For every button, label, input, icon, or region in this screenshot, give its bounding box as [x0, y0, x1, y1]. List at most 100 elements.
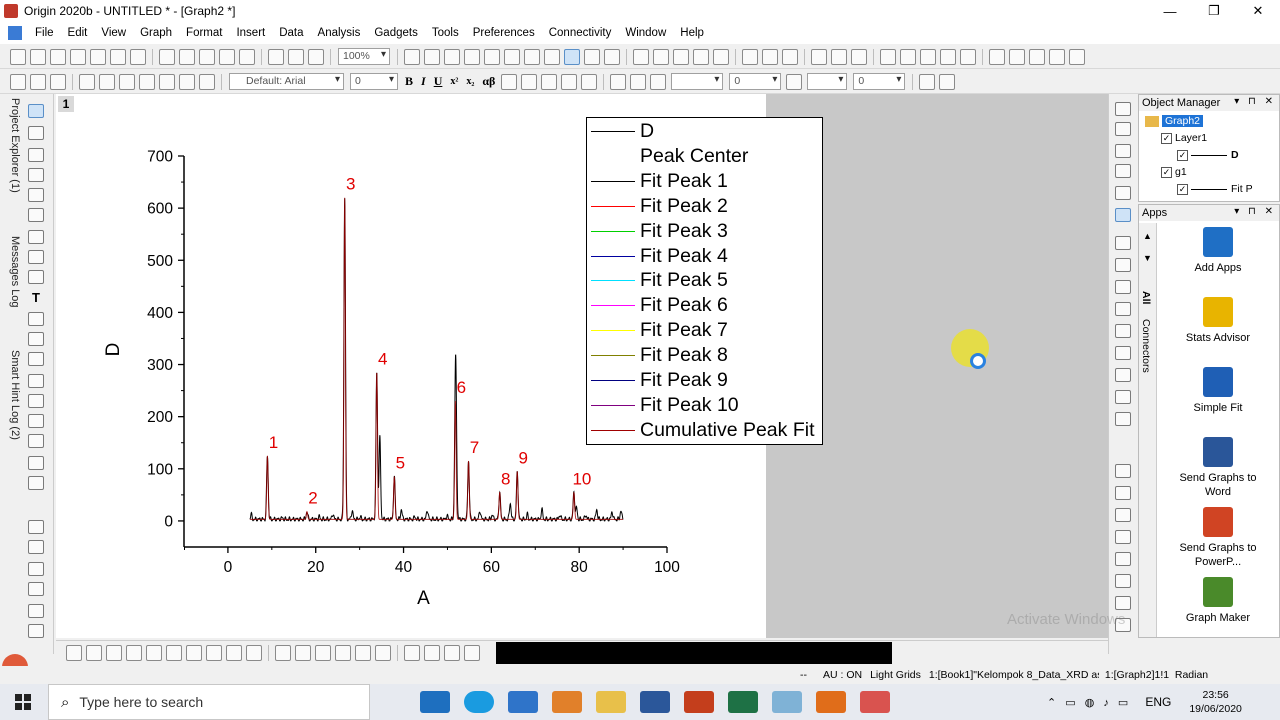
tree-item[interactable]: ✓ g1 — [1161, 164, 1187, 180]
subscript-button[interactable]: x₂ — [466, 76, 474, 87]
italic-button[interactable]: I — [421, 74, 426, 89]
arrow-style-icon[interactable] — [786, 73, 803, 90]
new-book-icon[interactable] — [30, 48, 46, 65]
menu-window[interactable]: Window — [618, 27, 673, 39]
theme-icon[interactable] — [179, 73, 195, 90]
menu-analysis[interactable]: Analysis — [311, 27, 368, 39]
document-menu-icon[interactable] — [8, 26, 22, 40]
axis-tool-icon[interactable] — [1115, 122, 1131, 136]
histogram-icon[interactable] — [166, 644, 182, 661]
paste-link-icon[interactable] — [139, 73, 155, 90]
grid-layout-icon[interactable] — [939, 73, 956, 90]
pointer-tool-icon[interactable] — [28, 104, 44, 118]
add-text-icon[interactable] — [484, 48, 500, 65]
app-item[interactable]: Add Apps — [1157, 227, 1279, 275]
align-icon[interactable] — [541, 73, 558, 90]
rectangle-tool-icon[interactable] — [28, 374, 44, 388]
visibility-checkbox[interactable]: ✓ — [1161, 132, 1172, 144]
new-function-icon[interactable] — [110, 48, 126, 65]
first-page-icon[interactable] — [989, 48, 1005, 65]
extract-icon[interactable] — [28, 562, 44, 576]
cut-icon[interactable] — [10, 73, 26, 90]
set-x-icon[interactable] — [880, 48, 896, 65]
color-scale-icon[interactable] — [1115, 280, 1131, 294]
hand-tool-icon[interactable] — [28, 394, 44, 408]
bar-plot-icon[interactable] — [762, 48, 778, 65]
draw-data-icon[interactable] — [28, 250, 44, 264]
app-item[interactable]: Stats Advisor — [1157, 297, 1279, 345]
gadget-stats-icon[interactable] — [464, 644, 480, 661]
link-layers-icon[interactable] — [1115, 552, 1131, 566]
open-excel-icon[interactable] — [199, 48, 215, 65]
add-column-icon[interactable] — [633, 48, 649, 65]
anchor-icon[interactable] — [1115, 508, 1131, 522]
import-wizard-icon[interactable] — [308, 48, 324, 65]
tree-item[interactable]: ✓ Fit P — [1177, 181, 1253, 197]
menu-graph[interactable]: Graph — [133, 27, 179, 39]
layer-position-icon[interactable] — [1115, 596, 1131, 610]
app-item[interactable]: Send Graphs to Word — [1157, 437, 1279, 499]
language-indicator[interactable]: ENG — [1145, 695, 1171, 709]
refresh-icon[interactable] — [424, 48, 440, 65]
open-icon[interactable] — [179, 48, 195, 65]
tree-item[interactable]: ✓ Layer1 — [1161, 130, 1207, 146]
notes-app-icon[interactable] — [772, 691, 802, 713]
set-label-icon[interactable] — [960, 48, 976, 65]
symbol-size-select[interactable]: 0 — [853, 73, 906, 90]
menu-insert[interactable]: Insert — [229, 27, 272, 39]
new-layer-icon[interactable] — [1115, 144, 1131, 158]
app-item[interactable]: Graph Maker — [1157, 577, 1279, 625]
font-select[interactable]: Default: Arial — [229, 73, 344, 90]
mask-tool-icon[interactable] — [28, 230, 44, 244]
excel-app-icon[interactable] — [728, 691, 758, 713]
set-z-icon[interactable] — [920, 48, 936, 65]
bold-button[interactable]: B — [405, 74, 413, 89]
copy-icon[interactable] — [30, 73, 46, 90]
recalculate-icon[interactable] — [268, 48, 284, 65]
scale-bar-icon[interactable] — [1115, 236, 1131, 250]
add-layer-icon[interactable] — [1115, 164, 1131, 178]
tree-item[interactable]: ✓ D — [1177, 147, 1239, 163]
stacked-plot-icon[interactable] — [782, 48, 798, 65]
sort-icon[interactable] — [693, 48, 709, 65]
paste-format-icon[interactable] — [99, 73, 115, 90]
scatter-plot-icon[interactable] — [86, 644, 102, 661]
new-graph-icon[interactable] — [70, 48, 86, 65]
tab-messages-log[interactable]: Messages Log — [1, 236, 21, 308]
superscript-button[interactable]: x² — [450, 76, 458, 87]
gadget-fft-icon[interactable] — [424, 644, 440, 661]
set-y-icon[interactable] — [900, 48, 916, 65]
menu-help[interactable]: Help — [673, 27, 711, 39]
multi-panel-icon[interactable] — [186, 644, 202, 661]
taskbar-search[interactable]: ⌕ Type here to search — [48, 684, 370, 720]
decrease-font-icon[interactable] — [521, 73, 538, 90]
panel-controls-icon[interactable]: ▾ ⊓ ✕ — [1234, 96, 1276, 107]
line-plot-icon[interactable] — [66, 644, 82, 661]
column-chart-icon[interactable] — [126, 644, 142, 661]
save-icon[interactable] — [219, 48, 235, 65]
merge-graphs-icon[interactable] — [1115, 412, 1131, 426]
insert-graph-icon[interactable] — [28, 414, 44, 428]
save-template-icon[interactable] — [239, 48, 255, 65]
code-builder-icon[interactable] — [464, 48, 480, 65]
command-window-icon[interactable] — [524, 48, 540, 65]
text-tool-icon[interactable]: T — [28, 290, 44, 305]
filter-icon[interactable] — [811, 48, 827, 65]
app-item[interactable]: Send Graphs to PowerP... — [1157, 507, 1279, 569]
zoom-in-tool-icon[interactable] — [28, 126, 44, 140]
powerpoint-app-icon[interactable] — [684, 691, 714, 713]
apps-panel-controls-icon[interactable]: ▾ ⊓ ✕ — [1234, 206, 1276, 217]
zoom-select[interactable]: 100% — [338, 48, 390, 65]
line-tool-icon[interactable] — [28, 352, 44, 366]
system-tray-icons[interactable]: ⌃ ▭ ◍ ♪ ▭ — [1047, 696, 1131, 709]
visibility-checkbox[interactable]: ✓ — [1161, 166, 1172, 178]
clock[interactable]: 23:56 19/06/2020 — [1189, 688, 1242, 716]
paste-icon[interactable] — [50, 73, 66, 90]
menu-edit[interactable]: Edit — [61, 27, 95, 39]
set-error-icon[interactable] — [940, 48, 956, 65]
image-plot-icon[interactable] — [375, 644, 391, 661]
surface-icon[interactable] — [335, 644, 351, 661]
greek-button[interactable]: αβ — [482, 74, 495, 89]
word-app-icon[interactable] — [640, 691, 670, 713]
ternary-icon[interactable] — [355, 644, 371, 661]
